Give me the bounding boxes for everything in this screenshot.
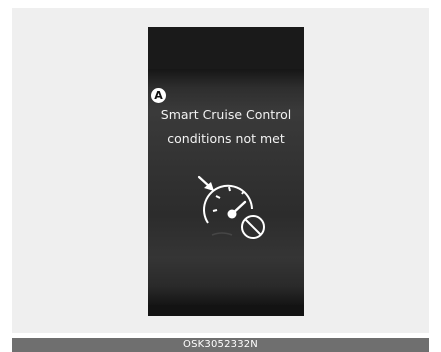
display-bottom-band (148, 305, 304, 316)
prohibited-icon (241, 215, 265, 239)
display-top-band (148, 27, 304, 69)
figure-code: OSK3052332N (183, 339, 258, 350)
speedometer-icon (203, 184, 253, 224)
smart-cruise-unavailable-icon (197, 175, 265, 239)
message-line-1: Smart Cruise Control (160, 107, 292, 122)
callout-marker-a: A (151, 88, 166, 103)
arrow-icon (197, 175, 214, 191)
cluster-display: A Smart Cruise Control conditions not me… (148, 27, 304, 316)
message-line-2: conditions not met (167, 131, 285, 146)
figure-caption-bar: OSK3052332N (12, 338, 429, 352)
